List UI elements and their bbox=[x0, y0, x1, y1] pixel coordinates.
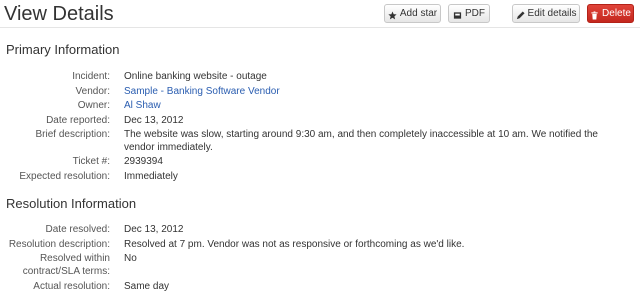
brief-description-label: Brief description: bbox=[35, 129, 110, 140]
vendor-link[interactable]: Sample - Banking Software Vendor bbox=[124, 85, 280, 98]
date-resolved-value: Dec 13, 2012 bbox=[124, 224, 184, 235]
resolution-description-label: Resolution description: bbox=[8, 239, 110, 250]
ticket-label: Ticket #: bbox=[72, 156, 110, 167]
expected-resolution-label: Expected resolution: bbox=[19, 171, 110, 182]
file-icon bbox=[453, 9, 462, 19]
add-star-label: Add star bbox=[399, 8, 438, 19]
vendor-label: Vendor: bbox=[75, 86, 110, 97]
resolved-within-sla-label: Resolved within contract/SLA terms: bbox=[22, 253, 110, 277]
page-header: View Details Add star PDF Edit details D… bbox=[0, 0, 640, 28]
actual-resolution-label: Actual resolution: bbox=[33, 281, 110, 292]
resolved-within-sla-value: No bbox=[124, 253, 137, 264]
primary-section-title: Primary Information bbox=[6, 42, 120, 57]
delete-button[interactable]: Delete bbox=[587, 4, 634, 23]
add-star-button[interactable]: Add star bbox=[384, 4, 441, 23]
date-reported-label: Date reported: bbox=[46, 115, 110, 126]
page-title: View Details bbox=[4, 3, 114, 25]
pdf-label: PDF bbox=[465, 8, 485, 19]
actual-resolution-value: Same day bbox=[124, 281, 170, 292]
delete-label: Delete bbox=[602, 8, 631, 19]
date-reported-value: Dec 13, 2012 bbox=[124, 115, 184, 126]
incident-value: Online banking website - outage bbox=[124, 71, 267, 82]
incident-label: Incident: bbox=[72, 71, 110, 82]
ticket-value: 2939394 bbox=[124, 156, 163, 167]
brief-description-value: The website was slow, starting around 9:… bbox=[124, 129, 598, 153]
edit-details-button[interactable]: Edit details bbox=[512, 4, 580, 23]
resolution-description-value: Resolved at 7 pm. Vendor was not as resp… bbox=[124, 239, 465, 250]
owner-label: Owner: bbox=[77, 100, 110, 111]
pdf-button[interactable]: PDF bbox=[448, 4, 490, 23]
pencil-icon bbox=[516, 9, 525, 20]
date-resolved-label: Date resolved: bbox=[45, 224, 110, 235]
expected-resolution-value: Immediately bbox=[124, 171, 178, 182]
trash-icon bbox=[590, 9, 599, 20]
edit-details-label: Edit details bbox=[527, 8, 577, 19]
star-icon bbox=[388, 9, 397, 20]
resolution-section-title: Resolution Information bbox=[6, 196, 137, 211]
owner-link[interactable]: Al Shaw bbox=[124, 99, 161, 112]
